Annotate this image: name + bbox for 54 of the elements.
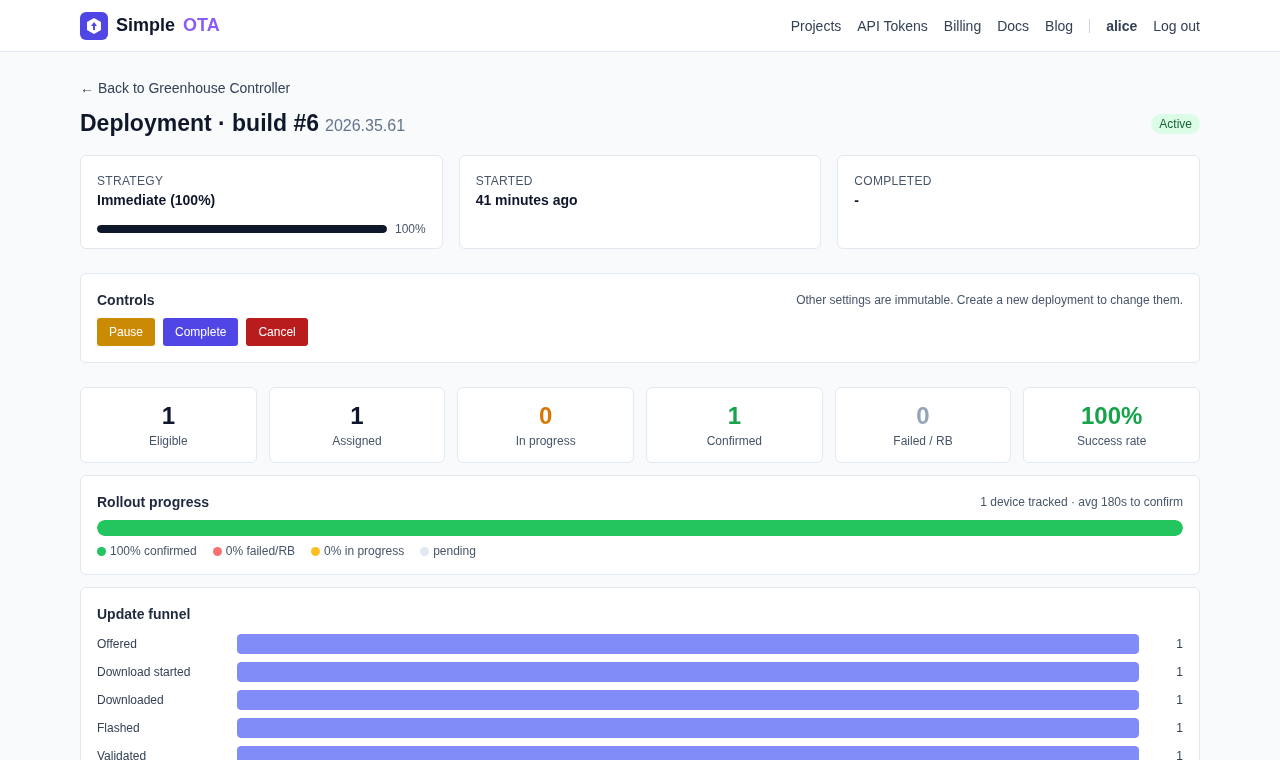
funnel-count: 1 [1175, 665, 1183, 679]
card-value: 41 minutes ago [475, 192, 579, 208]
stat-value: 1 [727, 402, 741, 430]
nav-link[interactable]: Docs [997, 17, 1030, 34]
card-label: COMPLETED [854, 174, 933, 188]
brand-name: Simple [116, 15, 176, 36]
funnel-label: Downloaded [97, 693, 165, 707]
user-name: alice [1106, 17, 1138, 34]
action-button[interactable]: Cancel [246, 318, 308, 346]
funnel-count: 1 [1175, 721, 1183, 735]
stat-value: 0 [539, 402, 553, 430]
funnel-label: Offered [97, 637, 138, 651]
controls-note: Other settings are immutable. Create a new deployment to change them. [796, 293, 1183, 307]
action-button[interactable]: Complete [163, 318, 239, 346]
funnel-label: Download started [97, 665, 192, 679]
back-link[interactable]: ← Back to Greenhouse Controller [80, 80, 291, 96]
legend-label: 0% in progress [324, 544, 405, 558]
stat-label: Assigned [332, 434, 382, 448]
stat-value: 100% [1080, 402, 1143, 430]
rollout-summary: 1 device tracked · avg 180s to confirm [980, 495, 1183, 509]
card-label: STRATEGY [97, 174, 165, 188]
brand-accent: OTA [183, 15, 220, 36]
controls-title: Controls [97, 292, 155, 308]
nav-link[interactable]: Projects [790, 17, 842, 34]
funnel-label: Validated [97, 749, 148, 760]
status-badge: Active [1151, 113, 1200, 134]
stat-label: Failed / RB [893, 434, 953, 448]
legend-label: pending [433, 544, 476, 558]
rollout-title: Rollout progress [97, 494, 209, 510]
stat-value: 1 [161, 402, 175, 430]
card-value: - [854, 192, 860, 208]
progress-reading: 100% [394, 222, 426, 236]
stat-label: Success rate [1076, 434, 1147, 448]
legend-label: 0% failed/RB [225, 544, 296, 558]
nav-link[interactable]: API Tokens [857, 17, 928, 34]
stat-label: Confirmed [706, 434, 762, 448]
stat-label: In progress [515, 434, 576, 448]
funnel-title: Update funnel [97, 606, 192, 622]
stat-label: Eligible [148, 434, 188, 448]
logo-icon [80, 11, 108, 40]
funnel-count: 1 [1175, 637, 1183, 651]
card-label: STARTED [475, 174, 534, 188]
logout-link[interactable]: Log out [1153, 17, 1200, 34]
stat-value: 0 [916, 402, 930, 430]
funnel-count: 1 [1175, 749, 1183, 760]
legend-label: 100% confirmed [110, 544, 197, 558]
stat-value: 1 [350, 402, 364, 430]
version-label: 2026.35.61 [325, 117, 406, 135]
card-value: Immediate (100%) [97, 192, 217, 208]
funnel-label: Flashed [97, 721, 141, 735]
nav-link[interactable]: Billing [943, 17, 982, 34]
page-title: Deployment · build #6 [80, 110, 319, 137]
nav-link[interactable]: Blog [1045, 17, 1074, 34]
funnel-count: 1 [1175, 693, 1183, 707]
